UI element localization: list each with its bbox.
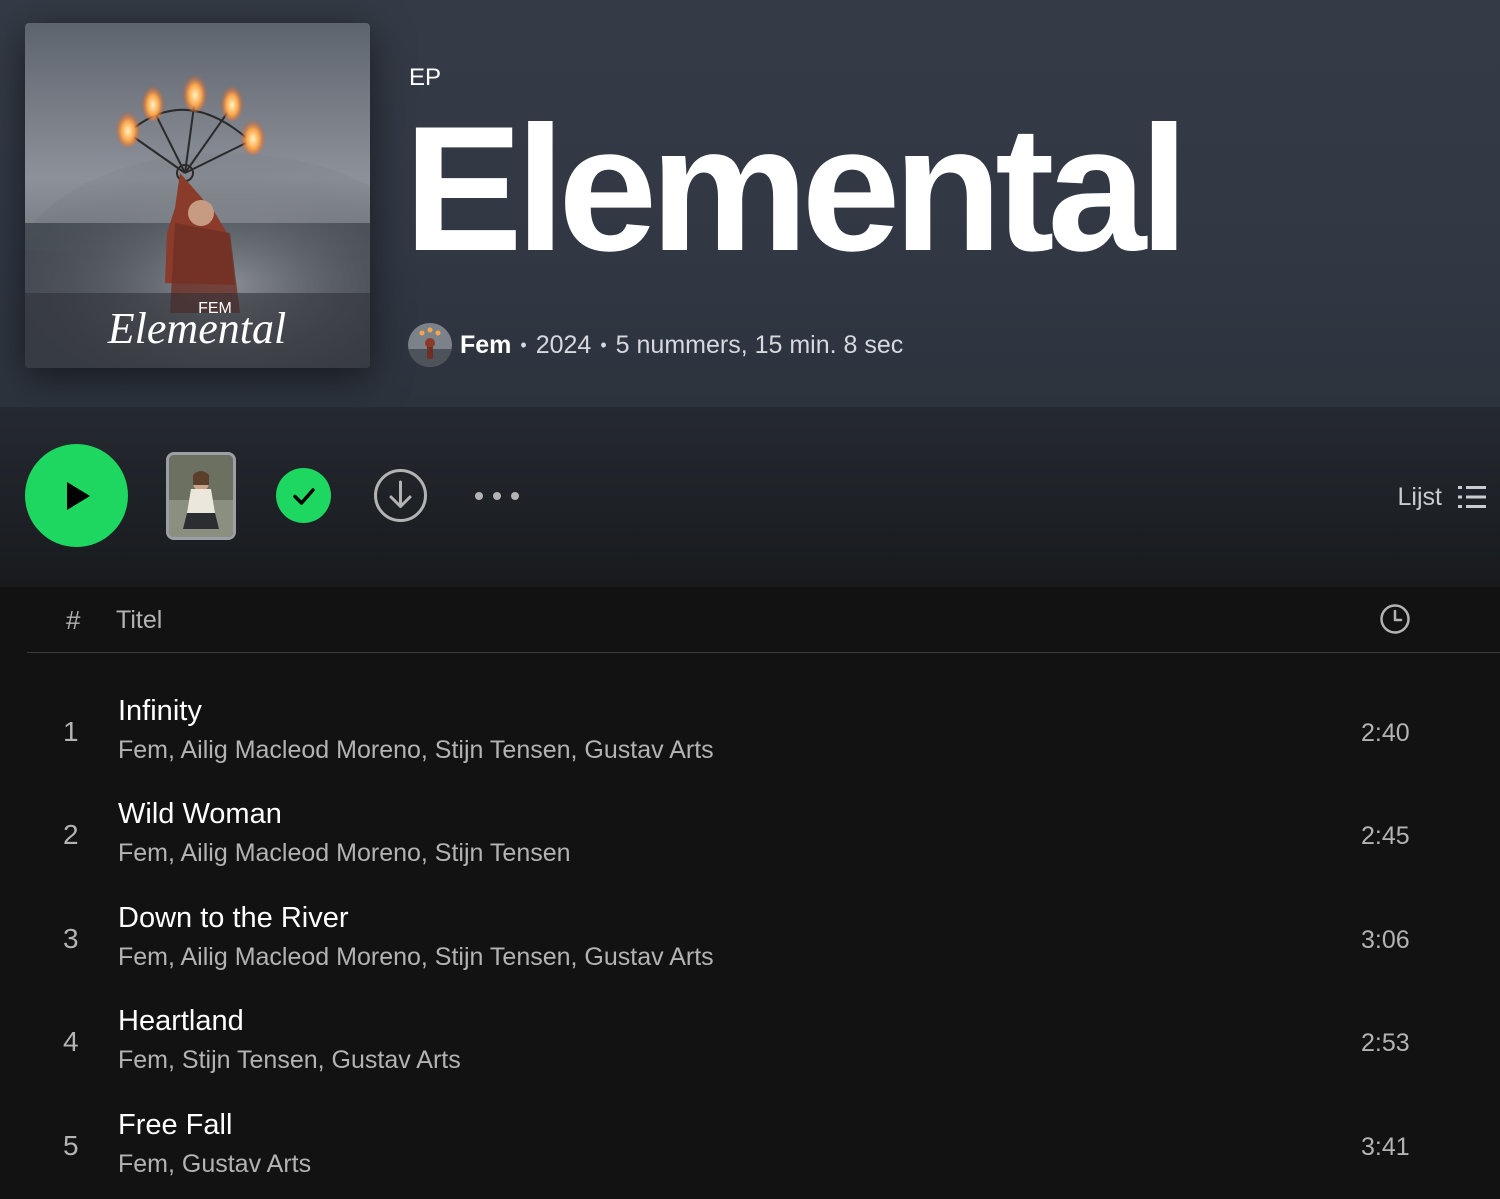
track-title[interactable]: Free Fall: [118, 1109, 232, 1142]
track-row[interactable]: 5 Free Fall Fem, Gustav Arts 3:41: [27, 1092, 1477, 1195]
saved-button[interactable]: [276, 468, 331, 523]
album-meta: Fem • 2024 • 5 nummers, 15 min. 8 sec: [408, 322, 903, 368]
track-number: 1: [63, 716, 79, 747]
track-title[interactable]: Wild Woman: [118, 798, 282, 831]
view-mode-toggle[interactable]: Lijst: [1398, 479, 1486, 515]
track-title[interactable]: Heartland: [118, 1005, 244, 1038]
meta-separator: •: [600, 334, 607, 355]
track-number: 5: [63, 1130, 79, 1161]
track-title[interactable]: Down to the River: [118, 902, 349, 935]
column-title-header[interactable]: Titel: [116, 606, 162, 635]
clock-icon: [1380, 604, 1410, 634]
artist-avatar[interactable]: [408, 323, 452, 367]
more-icon: [475, 492, 519, 500]
track-duration: 2:40: [1361, 719, 1410, 747]
track-row[interactable]: 2 Wild Woman Fem, Ailig Macleod Moreno, …: [27, 781, 1477, 884]
view-mode-label: Lijst: [1397, 482, 1442, 511]
download-icon: [374, 469, 427, 522]
check-icon: [292, 487, 315, 505]
release-type-label: EP: [409, 64, 442, 91]
album-cover-art: FEM Elemental: [25, 23, 370, 368]
album-title: Elemental: [404, 89, 1189, 288]
column-number-header: #: [66, 605, 81, 635]
track-row[interactable]: 4 Heartland Fem, Stijn Tensen, Gustav Ar…: [27, 988, 1477, 1091]
more-options-button[interactable]: [470, 481, 526, 511]
track-duration: 3:41: [1361, 1133, 1410, 1161]
artist-avatar-image: [408, 323, 452, 367]
play-icon: [66, 481, 90, 510]
cover-text-large: Elemental: [107, 304, 286, 353]
album-page: FEM Elemental EP Elemental Fem • 2024 • …: [0, 0, 1500, 1199]
track-artists[interactable]: Fem, Stijn Tensen, Gustav Arts: [118, 1046, 461, 1075]
track-artists[interactable]: Fem, Ailig Macleod Moreno, Stijn Tensen,…: [118, 736, 714, 765]
track-number: 4: [63, 1026, 79, 1057]
track-duration: 2:53: [1361, 1029, 1410, 1057]
track-row[interactable]: 1 Infinity Fem, Ailig Macleod Moreno, St…: [27, 678, 1477, 781]
track-duration: 3:06: [1361, 926, 1410, 954]
preview-thumbnail[interactable]: [166, 452, 236, 540]
track-artists[interactable]: Fem, Gustav Arts: [118, 1150, 311, 1179]
meta-separator: •: [520, 334, 527, 355]
track-artists[interactable]: Fem, Ailig Macleod Moreno, Stijn Tensen: [118, 839, 571, 868]
artist-link[interactable]: Fem: [460, 331, 511, 360]
album-cover[interactable]: FEM Elemental: [25, 23, 370, 368]
album-header: FEM Elemental EP Elemental Fem • 2024 • …: [0, 0, 1500, 407]
track-row[interactable]: 3 Down to the River Fem, Ailig Macleod M…: [27, 885, 1477, 988]
play-button[interactable]: [25, 444, 128, 547]
tracklist-header: # Titel: [27, 587, 1500, 653]
track-number: 2: [63, 819, 79, 850]
track-title[interactable]: Infinity: [118, 695, 202, 728]
action-bar: Lijst: [0, 407, 1500, 587]
preview-image: [169, 455, 233, 537]
download-button[interactable]: [373, 468, 428, 523]
release-summary: 5 nummers, 15 min. 8 sec: [615, 330, 904, 359]
track-duration: 2:45: [1361, 822, 1410, 850]
track-artists[interactable]: Fem, Ailig Macleod Moreno, Stijn Tensen,…: [118, 943, 714, 972]
track-number: 3: [63, 923, 79, 954]
list-icon: [1458, 486, 1486, 508]
release-year: 2024: [535, 330, 592, 359]
